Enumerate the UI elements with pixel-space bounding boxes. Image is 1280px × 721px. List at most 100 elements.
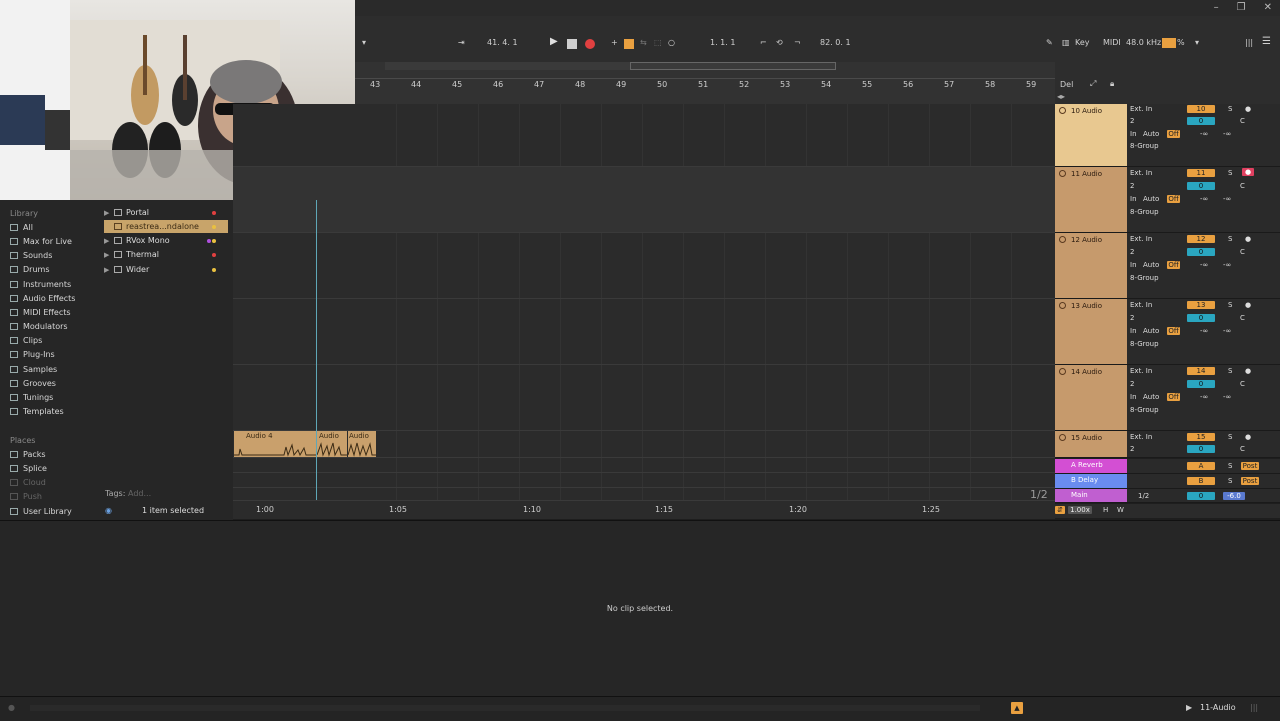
- expand-icon[interactable]: ⤢: [1090, 79, 1096, 89]
- stop-button[interactable]: [567, 39, 577, 49]
- track-lane-selected[interactable]: [233, 167, 1055, 233]
- file-item[interactable]: ▶ Thermal: [104, 248, 228, 261]
- track-activator[interactable]: 12: [1187, 235, 1215, 243]
- monitor-in[interactable]: In: [1130, 261, 1137, 269]
- monitor-off[interactable]: Off: [1167, 327, 1180, 335]
- output-routing[interactable]: 8-Group: [1130, 406, 1159, 414]
- pan-value[interactable]: C: [1240, 445, 1245, 453]
- send-a[interactable]: -∞: [1200, 130, 1208, 138]
- category-modulators[interactable]: Modulators: [10, 322, 68, 331]
- category-audio-effects[interactable]: Audio Effects: [10, 294, 75, 303]
- arm-button-active[interactable]: ●: [1242, 168, 1254, 176]
- place-cloud[interactable]: Cloud: [10, 478, 46, 487]
- solo-button[interactable]: S: [1228, 462, 1232, 470]
- category-clips[interactable]: Clips: [10, 336, 42, 345]
- category-tunings[interactable]: Tunings: [10, 393, 53, 402]
- selected-track[interactable]: 11-Audio: [1200, 703, 1236, 712]
- session-record-icon[interactable]: ○: [668, 38, 675, 47]
- send-a[interactable]: -∞: [1200, 393, 1208, 401]
- track-lane[interactable]: [233, 233, 1055, 299]
- loop-icon[interactable]: ⟲: [776, 38, 783, 47]
- track-header[interactable]: 14 Audio Ext. In 2 In Auto Off 8-Group 1…: [1055, 365, 1280, 431]
- monitor-off[interactable]: Off: [1167, 195, 1180, 203]
- category-max-for-live[interactable]: Max for Live: [10, 237, 72, 246]
- send-b[interactable]: -∞: [1223, 195, 1231, 203]
- return-title[interactable]: B Delay: [1055, 474, 1127, 488]
- midi-map-label[interactable]: MIDI: [1103, 38, 1121, 47]
- input-type[interactable]: Ext. In: [1130, 433, 1152, 441]
- place-push[interactable]: Push: [10, 492, 42, 501]
- track-title[interactable]: 10 Audio: [1055, 104, 1127, 166]
- track-title[interactable]: 11 Audio: [1055, 167, 1127, 232]
- place-packs[interactable]: Packs: [10, 450, 46, 459]
- category-samples[interactable]: Samples: [10, 365, 57, 374]
- menu-icon[interactable]: ☰: [1262, 36, 1271, 47]
- return-track[interactable]: A Reverb A S Post: [1055, 459, 1280, 474]
- monitor-auto[interactable]: Auto: [1143, 130, 1159, 138]
- track-title[interactable]: 14 Audio: [1055, 365, 1127, 430]
- place-user-library[interactable]: User Library: [10, 507, 72, 516]
- return-lane[interactable]: [233, 473, 1055, 488]
- overview-toggle-icon[interactable]: ▲: [1011, 702, 1023, 714]
- pre-post-toggle[interactable]: Post: [1241, 477, 1259, 485]
- monitor-auto[interactable]: Auto: [1143, 261, 1159, 269]
- category-plug-ins[interactable]: Plug-Ins: [10, 350, 55, 359]
- solo-button[interactable]: S: [1228, 105, 1232, 113]
- pan-value[interactable]: C: [1240, 380, 1245, 388]
- song-position[interactable]: 41. 4. 1: [487, 38, 518, 47]
- loop-start[interactable]: 1. 1. 1: [710, 38, 735, 47]
- preview-icon[interactable]: ◉: [105, 506, 112, 515]
- send-a[interactable]: -∞: [1200, 261, 1208, 269]
- volume-value[interactable]: 0: [1187, 182, 1215, 190]
- track-activator[interactable]: 11: [1187, 169, 1215, 177]
- category-instruments[interactable]: Instruments: [10, 280, 71, 289]
- zoom-value[interactable]: 1.00x: [1068, 506, 1092, 514]
- volume-value[interactable]: 0: [1187, 492, 1215, 500]
- track-activator[interactable]: 14: [1187, 367, 1215, 375]
- send-b[interactable]: -∞: [1223, 327, 1231, 335]
- audio-clip[interactable]: Audio: [317, 431, 347, 457]
- monitor-auto[interactable]: Auto: [1143, 393, 1159, 401]
- track-header[interactable]: 13 Audio Ext. In 2 In Auto Off 8-Group 1…: [1055, 299, 1280, 365]
- info-icon[interactable]: ●: [8, 703, 15, 712]
- delete-label[interactable]: Del: [1060, 80, 1073, 89]
- arm-button[interactable]: ●: [1245, 235, 1251, 243]
- pre-post-toggle[interactable]: Post: [1241, 462, 1259, 470]
- solo-button[interactable]: S: [1228, 235, 1232, 243]
- restore-icon[interactable]: ❐: [1237, 2, 1246, 13]
- return-activator[interactable]: A: [1187, 462, 1215, 470]
- category-drums[interactable]: Drums: [10, 265, 49, 274]
- input-channel[interactable]: 2: [1130, 445, 1134, 453]
- pan-value[interactable]: C: [1240, 314, 1245, 322]
- main-title[interactable]: Main: [1055, 489, 1127, 502]
- input-channel[interactable]: 2: [1130, 380, 1134, 388]
- monitor-off[interactable]: Off: [1167, 393, 1180, 401]
- arm-button[interactable]: ●: [1245, 301, 1251, 309]
- send-b[interactable]: -∞: [1223, 261, 1231, 269]
- beat-time-ruler[interactable]: 43 44 45 46 47 48 49 50 51 52 53 54 55 5…: [355, 62, 1055, 104]
- reenable-automation-icon[interactable]: ⇆: [640, 38, 647, 47]
- category-templates[interactable]: Templates: [10, 407, 64, 416]
- input-type[interactable]: Ext. In: [1130, 301, 1152, 309]
- pan-value[interactable]: C: [1240, 117, 1245, 125]
- main-track[interactable]: Main 1/2 0 -6.0: [1055, 489, 1280, 503]
- solo-button[interactable]: S: [1228, 169, 1232, 177]
- track-header[interactable]: 15 Audio Ext. In 2 15 S ● 0 C: [1055, 431, 1280, 458]
- solo-button[interactable]: S: [1228, 301, 1232, 309]
- solo-button[interactable]: S: [1228, 477, 1232, 485]
- solo-button[interactable]: S: [1228, 433, 1232, 441]
- output-routing[interactable]: 8-Group: [1130, 340, 1159, 348]
- lock-icon[interactable]: 🔒︎: [1110, 79, 1114, 89]
- monitor-off[interactable]: Off: [1167, 261, 1180, 269]
- monitor-in[interactable]: In: [1130, 130, 1137, 138]
- track-select-icon[interactable]: ▶: [1186, 703, 1192, 712]
- send-b[interactable]: -∞: [1223, 130, 1231, 138]
- pan-value[interactable]: C: [1240, 248, 1245, 256]
- time-ruler[interactable]: 1:00 1:05 1:10 1:15 1:20 1:25: [233, 500, 1055, 519]
- pan-value[interactable]: C: [1240, 182, 1245, 190]
- return-title[interactable]: A Reverb: [1055, 459, 1127, 473]
- zoom-arrows-icon[interactable]: ◂▸: [1057, 92, 1065, 101]
- track-header[interactable]: 12 Audio Ext. In 2 In Auto Off 8-Group 1…: [1055, 233, 1280, 299]
- file-item-selected[interactable]: reastrea...ndalone: [104, 220, 228, 233]
- track-header[interactable]: 11 Audio Ext. In 2 In Auto Off 8-Group 1…: [1055, 167, 1280, 233]
